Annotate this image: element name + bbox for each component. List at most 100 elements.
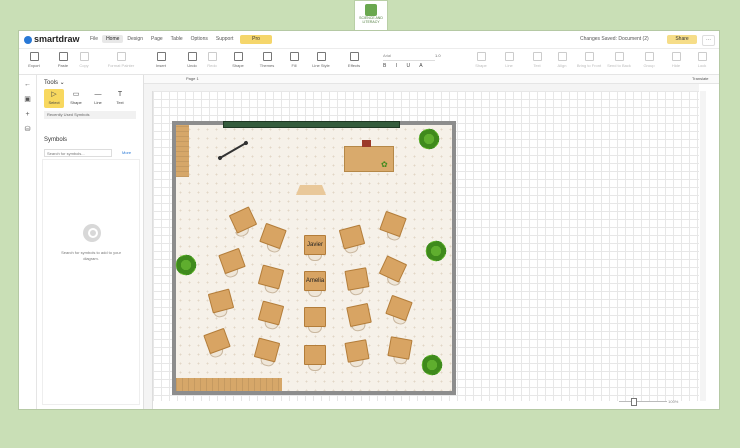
trapezoid-table[interactable] bbox=[296, 185, 326, 195]
menu-page[interactable]: Page bbox=[147, 35, 167, 43]
menu-design[interactable]: Design bbox=[123, 35, 147, 43]
ribbon-export-button[interactable]: Export bbox=[19, 52, 49, 68]
page-tab[interactable]: Page 1 bbox=[186, 76, 199, 81]
data-icon[interactable]: ⛁ bbox=[24, 126, 31, 133]
ribbon-line-style-button[interactable]: Line Style bbox=[306, 52, 336, 68]
student-chair[interactable] bbox=[308, 326, 322, 333]
student-desk[interactable] bbox=[257, 300, 285, 326]
student-desk[interactable] bbox=[228, 206, 258, 234]
student-desk[interactable] bbox=[304, 307, 326, 327]
ribbon-format-painter-button[interactable]: Format Painter bbox=[106, 52, 136, 68]
desk-plant[interactable]: ✿ bbox=[381, 160, 388, 169]
tools-header[interactable]: Tools ⌄ bbox=[44, 79, 65, 86]
paste-icon bbox=[58, 52, 68, 61]
symbol-search-field[interactable] bbox=[47, 151, 107, 156]
student-chair[interactable] bbox=[308, 254, 322, 261]
tool-select[interactable]: ▷ Select bbox=[44, 89, 64, 108]
ribbon-fill-button[interactable]: Fill bbox=[279, 52, 309, 68]
ribbon-align-button[interactable]: Align bbox=[547, 52, 577, 68]
menu-options[interactable]: Options bbox=[187, 35, 212, 43]
symbols-header: Symbols bbox=[44, 137, 68, 143]
pro-button[interactable]: Pro bbox=[240, 35, 272, 44]
share-button[interactable]: Share bbox=[667, 35, 697, 44]
ribbon-shape-button[interactable]: Shape bbox=[223, 52, 253, 68]
font-size-selector[interactable]: 1.0 bbox=[435, 53, 455, 60]
left-rail: ← ▣ + ⛁ bbox=[19, 75, 37, 409]
student-desk[interactable] bbox=[387, 336, 413, 360]
plant-left[interactable] bbox=[174, 253, 198, 277]
drawing-canvas[interactable]: ✿ Javier Amelia bbox=[153, 91, 699, 401]
search-icon bbox=[83, 224, 101, 242]
plant-bottom-right[interactable] bbox=[420, 353, 444, 377]
ribbon-line-button[interactable]: Line bbox=[494, 52, 524, 68]
zoom-level: 100% bbox=[668, 399, 679, 404]
bring-to-front-icon bbox=[584, 52, 594, 61]
shape-icon bbox=[233, 52, 243, 61]
student-desk[interactable] bbox=[385, 294, 413, 322]
bookshelf-bottom[interactable] bbox=[176, 378, 282, 391]
student-chair[interactable] bbox=[308, 290, 322, 297]
add-icon[interactable]: + bbox=[24, 111, 31, 118]
tool-label: Shape bbox=[70, 100, 82, 105]
tool-line[interactable]: — Line bbox=[88, 89, 108, 108]
ribbon-effects-button[interactable]: Effects bbox=[339, 52, 369, 68]
student-desk[interactable] bbox=[253, 337, 281, 363]
menu-file[interactable]: File bbox=[86, 35, 102, 43]
student-desk[interactable] bbox=[344, 339, 370, 363]
ribbon-label: Format Painter bbox=[107, 63, 135, 68]
tool-text[interactable]: T Text bbox=[110, 89, 130, 108]
whiteboard[interactable] bbox=[223, 121, 400, 128]
student-desk[interactable] bbox=[203, 327, 231, 355]
plant-top-right[interactable] bbox=[417, 127, 441, 151]
student-desk[interactable] bbox=[259, 222, 287, 250]
more-symbols-link[interactable]: More bbox=[122, 150, 131, 155]
bookshelf-left[interactable] bbox=[176, 125, 189, 177]
student-desk[interactable] bbox=[207, 288, 235, 314]
more-options-button[interactable]: ⋯ bbox=[702, 35, 715, 46]
ribbon-themes-button[interactable]: Themes bbox=[252, 52, 282, 68]
zoom-thumb[interactable] bbox=[631, 398, 637, 407]
student-chair[interactable] bbox=[308, 364, 322, 371]
student-desk[interactable] bbox=[257, 264, 285, 290]
tool-label: Select bbox=[48, 100, 60, 105]
ribbon-copy-button[interactable]: Copy bbox=[69, 52, 99, 68]
vertical-scrollbar[interactable] bbox=[700, 91, 706, 401]
zoom-slider[interactable] bbox=[619, 398, 667, 407]
tool-label: Line bbox=[94, 100, 102, 105]
brand[interactable]: smartdraw bbox=[24, 34, 80, 44]
student-desk[interactable] bbox=[338, 224, 366, 250]
text-format-buttons[interactable]: B I U A bbox=[383, 63, 427, 69]
plant-right[interactable] bbox=[424, 239, 448, 263]
ribbon-shape-button[interactable]: Shape bbox=[466, 52, 496, 68]
menu-table[interactable]: Table bbox=[167, 35, 187, 43]
menu-support[interactable]: Support bbox=[212, 35, 238, 43]
ribbon-bring-to-front-button[interactable]: Bring to Front bbox=[574, 52, 604, 68]
student-desk[interactable] bbox=[379, 210, 407, 238]
student-desk[interactable]: Javier bbox=[304, 235, 326, 255]
undo-icon bbox=[187, 52, 197, 61]
classroom-floorplan[interactable]: ✿ Javier Amelia bbox=[172, 121, 456, 395]
student-desk[interactable] bbox=[218, 247, 246, 275]
top-bar: smartdraw File Home Design Page Table Options… bbox=[19, 31, 719, 49]
ribbon-lock-button[interactable]: Lock bbox=[687, 52, 717, 68]
tool-shape[interactable]: ▭ Shape bbox=[66, 89, 86, 108]
student-desk[interactable] bbox=[304, 345, 326, 365]
teacher-chair[interactable] bbox=[362, 140, 371, 147]
symbol-search-input[interactable] bbox=[44, 149, 112, 157]
ribbon-send-to-back-button[interactable]: Send to Back bbox=[604, 52, 634, 68]
menu-home[interactable]: Home bbox=[102, 35, 124, 43]
student-desk[interactable] bbox=[346, 302, 372, 328]
send-to-back-icon bbox=[614, 52, 624, 61]
student-desk[interactable] bbox=[344, 267, 370, 291]
recent-symbols-dropdown[interactable]: Recently Used Symbols bbox=[44, 111, 136, 119]
ribbon-insert-button[interactable]: Insert bbox=[146, 52, 176, 68]
templates-icon[interactable]: ▣ bbox=[24, 96, 31, 103]
pointer-stick[interactable] bbox=[219, 142, 247, 159]
ribbon-group-button[interactable]: Group bbox=[634, 52, 664, 68]
translate-button[interactable]: Translate bbox=[692, 76, 709, 81]
back-icon[interactable]: ← bbox=[24, 81, 31, 88]
zoom-control[interactable]: 100% bbox=[619, 398, 679, 407]
font-selector[interactable]: Arial bbox=[383, 53, 435, 61]
student-desk[interactable] bbox=[378, 255, 408, 283]
student-desk[interactable]: Amelia bbox=[304, 271, 326, 291]
